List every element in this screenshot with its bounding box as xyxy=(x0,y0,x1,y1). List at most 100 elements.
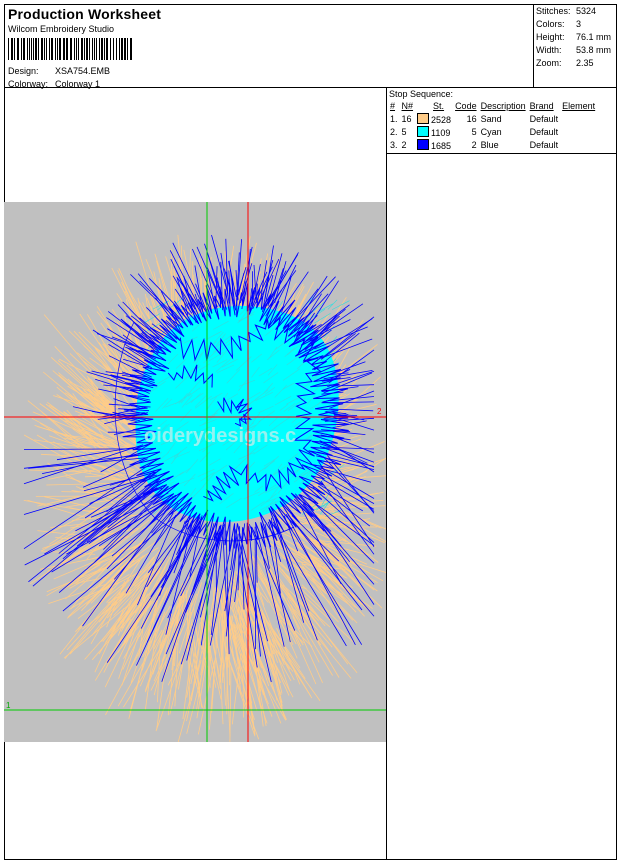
row-description: Cyan xyxy=(480,126,502,137)
color-swatch xyxy=(417,125,430,137)
barcode-bar xyxy=(130,38,132,60)
row-brand: Default xyxy=(529,113,559,124)
stitch-count: 2528 xyxy=(431,114,452,125)
stop-sequence-panel xyxy=(386,87,617,860)
barcode-bar xyxy=(66,38,68,60)
column-header: Brand xyxy=(529,101,554,111)
stop-sequence-table-box: Stop Sequence: # N# St. Code Description… xyxy=(386,87,617,154)
row-index: 1. xyxy=(390,113,398,124)
barcode-bar xyxy=(35,38,37,60)
table-row: 2. 5 1109 5 Cyan Default xyxy=(388,125,597,138)
column-header: Code xyxy=(455,101,477,111)
barcode-bar xyxy=(78,38,79,60)
barcode-bar xyxy=(110,38,111,60)
row-needle: 2 xyxy=(401,139,407,150)
stop-sequence-table: # N# St. Code Description Brand Element … xyxy=(388,100,597,151)
barcode-bar xyxy=(70,38,72,60)
barcode-bar xyxy=(63,38,65,60)
row-brand: Default xyxy=(529,126,559,137)
barcode-bar xyxy=(76,38,77,60)
column-header: # xyxy=(390,101,396,111)
row-needle: 16 xyxy=(401,113,412,124)
barcode-bar xyxy=(89,38,90,60)
row-description: Sand xyxy=(480,113,502,124)
barcode-bar xyxy=(96,38,97,60)
barcode-bar xyxy=(113,38,114,60)
barcode-bar xyxy=(41,38,43,60)
column-header: Element xyxy=(562,101,596,111)
row-element xyxy=(560,125,597,138)
blue-spike-stitch xyxy=(110,417,138,419)
barcode-bar xyxy=(101,38,103,60)
stop-sequence-title: Stop Sequence: xyxy=(389,89,454,99)
barcode-bar xyxy=(94,38,95,60)
barcode-bar xyxy=(121,38,123,60)
barcode-bar xyxy=(99,38,100,60)
axis-marker-right: 2 xyxy=(377,407,382,416)
barcode-bar xyxy=(23,38,25,60)
design-label: Design: xyxy=(8,66,39,76)
color-swatch xyxy=(417,138,430,150)
barcode-bar xyxy=(86,38,88,60)
row-code: 16 xyxy=(466,113,477,124)
barcode-bar xyxy=(84,38,85,60)
barcode-bar xyxy=(17,38,19,60)
row-needle: 5 xyxy=(401,126,407,137)
barcode-bar xyxy=(31,38,32,60)
barcode-bar xyxy=(55,38,56,60)
barcode-bar xyxy=(57,38,58,60)
barcode-bar xyxy=(49,38,50,60)
embroidery-preview: oiderydesigns.c 2 1 xyxy=(4,202,386,742)
table-header-row: # N# St. Code Description Brand Element xyxy=(388,100,597,112)
row-index: 2. xyxy=(390,126,398,137)
barcode-bar xyxy=(124,38,126,60)
axis-marker-bottom: 1 xyxy=(6,701,11,710)
barcode-bar xyxy=(38,38,39,60)
barcode-bar xyxy=(116,38,117,60)
barcode-bar xyxy=(59,38,61,60)
watermark-text: oiderydesigns.c xyxy=(144,425,296,447)
row-brand: Default xyxy=(529,139,559,150)
barcode-image xyxy=(8,38,132,60)
column-header: St. xyxy=(433,101,445,111)
barcode-bar xyxy=(104,38,105,60)
design-value: XSA754.EMB xyxy=(55,66,111,76)
column-header: N# xyxy=(401,101,414,111)
barcode-bar xyxy=(8,38,9,60)
barcode-bar xyxy=(106,38,108,60)
barcode-bar xyxy=(14,38,15,60)
row-stitches: 1109 xyxy=(415,125,453,138)
column-header: Description xyxy=(480,101,526,111)
barcode-bar xyxy=(33,38,34,60)
barcode-bar xyxy=(119,38,120,60)
barcode-bar xyxy=(11,38,13,60)
barcode-bar xyxy=(27,38,28,60)
worksheet-header: Production Worksheet Wilcom Embroidery S… xyxy=(4,4,534,89)
row-index: 3. xyxy=(390,139,398,150)
barcode-bar xyxy=(29,38,30,60)
row-stitches: 2528 xyxy=(415,112,453,125)
color-swatch xyxy=(417,112,430,124)
barcode-bar xyxy=(74,38,75,60)
barcode-bar xyxy=(92,38,93,60)
stitch-count: 1685 xyxy=(431,140,452,151)
row-element xyxy=(560,138,597,151)
barcode-bar xyxy=(44,38,45,60)
table-row: 1. 16 2528 16 Sand Default xyxy=(388,112,597,125)
page-title: Production Worksheet xyxy=(8,6,162,22)
barcode-bar xyxy=(46,38,47,60)
table-row: 3. 2 1685 2 Blue Default xyxy=(388,138,597,151)
design-stats: Stitches: 5324 Colors: 3 Height: 76.1 mm… xyxy=(533,4,617,88)
stitch-count: 1109 xyxy=(431,127,451,138)
barcode-bar xyxy=(127,38,128,60)
row-element xyxy=(560,112,597,125)
row-description: Blue xyxy=(480,139,499,150)
row-stitches: 1685 xyxy=(415,138,453,151)
barcode-bar xyxy=(51,38,53,60)
blue-spike-stitch xyxy=(254,526,257,650)
barcode-bar xyxy=(21,38,22,60)
software-name: Wilcom Embroidery Studio xyxy=(8,24,115,34)
row-code: 2 xyxy=(471,139,477,150)
row-code: 5 xyxy=(471,126,477,137)
barcode-bar xyxy=(81,38,83,60)
